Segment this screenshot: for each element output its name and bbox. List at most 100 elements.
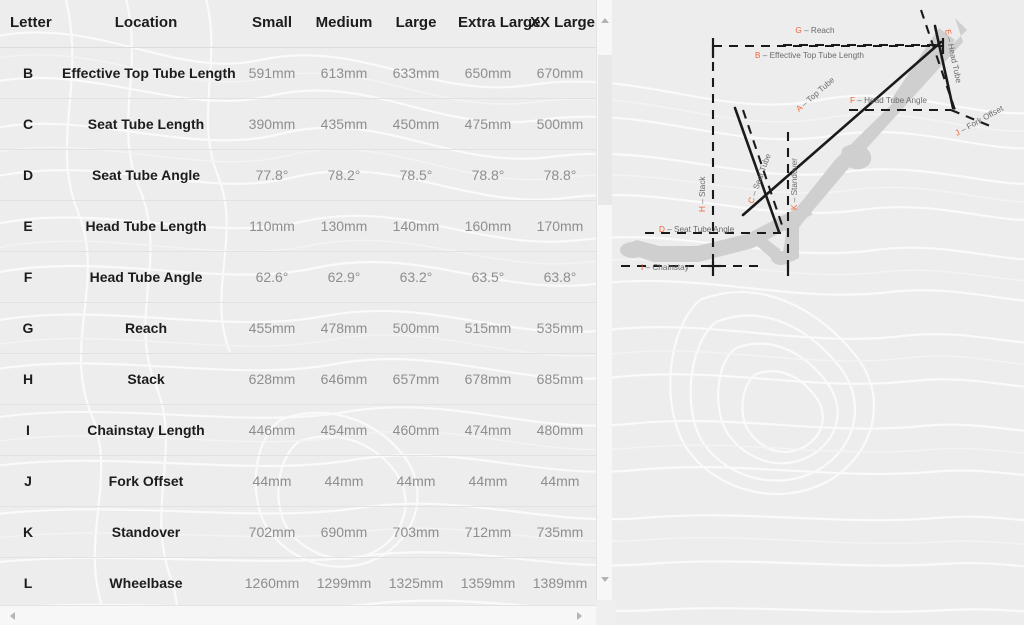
cell-value: 62.6°: [236, 251, 308, 303]
cell-value: 670mm: [524, 47, 596, 99]
top-tube-line: [741, 40, 943, 217]
cell-value: 110mm: [236, 200, 308, 252]
cell-location: Wheelbase: [56, 557, 236, 609]
label-f-head-tube-angle: F – Head Tube Angle: [850, 96, 927, 105]
cell-value: 646mm: [308, 353, 380, 405]
cell-value: 446mm: [236, 404, 308, 456]
table-header: Letter Location Small Medium Large Extra…: [0, 0, 596, 48]
label-g-reach: G – Reach: [795, 26, 835, 35]
scroll-down-arrow[interactable]: [597, 571, 613, 588]
column-header-xx-large[interactable]: XX Large: [524, 0, 596, 48]
cell-letter: F: [0, 251, 56, 303]
column-header-location[interactable]: Location: [56, 0, 236, 48]
cell-value: 78.2°: [308, 149, 380, 201]
cell-value: 63.5°: [452, 251, 524, 303]
label-b-effective-top-tube-length: B – Effective Top Tube Length: [755, 51, 864, 60]
cell-value: 633mm: [380, 47, 452, 99]
cell-location: Reach: [56, 302, 236, 354]
cell-letter: H: [0, 353, 56, 405]
table-row: J Fork Offset 44mm 44mm 44mm 44mm 44mm: [0, 455, 596, 507]
cell-value: 1359mm: [452, 557, 524, 609]
scroll-right-arrow[interactable]: [571, 606, 588, 625]
geometry-table: Letter Location Small Medium Large Extra…: [0, 0, 596, 609]
cell-value: 140mm: [380, 200, 452, 252]
cell-value: 678mm: [452, 353, 524, 405]
cell-value: 44mm: [308, 455, 380, 507]
cell-value: 613mm: [308, 47, 380, 99]
cell-value: 685mm: [524, 353, 596, 405]
triangle-up-icon: [601, 18, 609, 23]
cell-location: Chainstay Length: [56, 404, 236, 456]
triangle-down-icon: [601, 577, 609, 582]
cell-value: 1299mm: [308, 557, 380, 609]
cell-location: Seat Tube Angle: [56, 149, 236, 201]
column-header-extra-large[interactable]: Extra Large: [452, 0, 541, 48]
cell-value: 474mm: [452, 404, 524, 456]
scroll-up-arrow[interactable]: [597, 12, 613, 29]
cell-letter: J: [0, 455, 56, 507]
cell-value: 650mm: [452, 47, 524, 99]
label-d-seat-tube-angle: D – Seat Tube Angle: [659, 225, 735, 234]
column-header-large[interactable]: Large: [380, 0, 452, 48]
cell-value: 480mm: [524, 404, 596, 456]
cell-value: 657mm: [380, 353, 452, 405]
cell-value: 703mm: [380, 506, 452, 558]
cell-value: 63.2°: [380, 251, 452, 303]
cell-value: 63.8°: [524, 251, 596, 303]
cell-value: 78.8°: [524, 149, 596, 201]
cell-letter: E: [0, 200, 56, 252]
geometry-table-panel: Letter Location Small Medium Large Extra…: [0, 0, 596, 625]
cell-location: Fork Offset: [56, 455, 236, 507]
cell-value: 460mm: [380, 404, 452, 456]
cell-value: 454mm: [308, 404, 380, 456]
cell-value: 44mm: [452, 455, 524, 507]
label-k-standover: K – Standover: [790, 158, 799, 210]
table-row: I Chainstay Length 446mm 454mm 460mm 474mm 480…: [0, 404, 596, 456]
cell-location: Seat Tube Length: [56, 98, 236, 150]
table-row: C Seat Tube Length 390mm 435mm 450mm 475mm 500…: [0, 98, 596, 150]
table-row: K Standover 702mm 690mm 703mm 712mm 735mm: [0, 506, 596, 558]
cell-value: 1389mm: [524, 557, 596, 609]
table-row: G Reach 455mm 478mm 500mm 515mm 535mm: [0, 302, 596, 354]
scrollbar-corner: [596, 600, 616, 625]
column-header-medium[interactable]: Medium: [308, 0, 380, 48]
cell-value: 628mm: [236, 353, 308, 405]
cell-value: 500mm: [524, 98, 596, 150]
cell-letter: B: [0, 47, 56, 99]
horizontal-scrollbar[interactable]: [0, 605, 596, 625]
cell-letter: G: [0, 302, 56, 354]
table-row: F Head Tube Angle 62.6° 62.9° 63.2° 63.5° 63.8…: [0, 251, 596, 303]
column-header-letter[interactable]: Letter: [0, 0, 56, 48]
cell-value: 44mm: [380, 455, 452, 507]
cell-value: 435mm: [308, 98, 380, 150]
column-header-small[interactable]: Small: [236, 0, 308, 48]
cell-location: Head Tube Length: [56, 200, 236, 252]
label-j-fork-offset: J – Fork Offset: [954, 104, 1006, 138]
vertical-scrollbar[interactable]: [596, 0, 612, 610]
triangle-right-icon: [577, 612, 582, 620]
cell-value: 130mm: [308, 200, 380, 252]
cell-value: 702mm: [236, 506, 308, 558]
cell-value: 44mm: [524, 455, 596, 507]
bike-geometry-diagram: G – Reach B – Effective Top Tube Length …: [596, 0, 1024, 625]
cell-value: 1260mm: [236, 557, 308, 609]
table-row: E Head Tube Length 110mm 130mm 140mm 160mm 170…: [0, 200, 596, 252]
label-a-top-tube: A – Top Tube: [794, 75, 836, 113]
table-row: D Seat Tube Angle 77.8° 78.2° 78.5° 78.8° 78.8…: [0, 149, 596, 201]
geometry-page: Letter Location Small Medium Large Extra…: [0, 0, 1024, 625]
cell-location: Stack: [56, 353, 236, 405]
cell-value: 78.8°: [452, 149, 524, 201]
cell-location: Head Tube Angle: [56, 251, 236, 303]
vertical-scrollbar-thumb[interactable]: [598, 55, 612, 205]
cell-value: 78.5°: [380, 149, 452, 201]
cell-value: 735mm: [524, 506, 596, 558]
cell-value: 1325mm: [380, 557, 452, 609]
cell-value: 44mm: [236, 455, 308, 507]
cell-letter: I: [0, 404, 56, 456]
cell-value: 62.9°: [308, 251, 380, 303]
cell-value: 455mm: [236, 302, 308, 354]
scroll-left-arrow[interactable]: [4, 606, 21, 625]
cell-value: 515mm: [452, 302, 524, 354]
label-h-stack: H – Stack: [698, 176, 707, 212]
cell-value: 478mm: [308, 302, 380, 354]
